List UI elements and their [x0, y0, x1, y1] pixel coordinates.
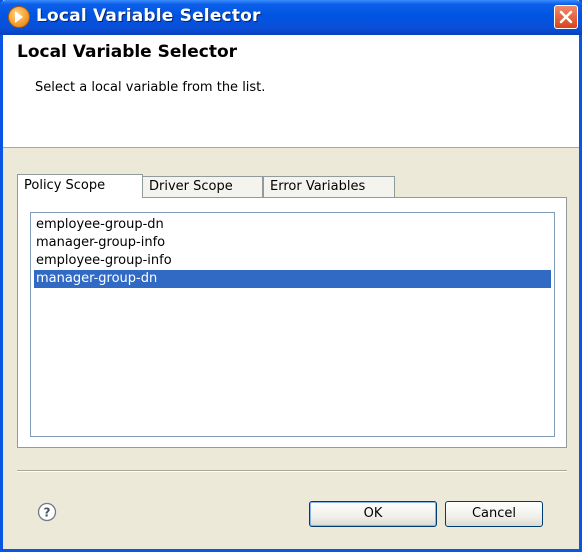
list-item[interactable]: employee-group-dn: [34, 216, 551, 234]
svg-text:?: ?: [44, 506, 51, 520]
list-item[interactable]: manager-group-info: [34, 234, 551, 252]
tab-error-variables[interactable]: Error Variables: [263, 176, 395, 198]
footer-divider: [17, 470, 567, 472]
tab-driver-scope[interactable]: Driver Scope: [143, 176, 263, 198]
ok-button[interactable]: OK: [309, 501, 437, 527]
header-message: Select a local variable from the list.: [35, 80, 266, 95]
list-item[interactable]: employee-group-info: [34, 252, 551, 270]
novell-designer-icon: [8, 6, 30, 28]
cancel-button[interactable]: Cancel: [445, 501, 543, 527]
title-bar[interactable]: Local Variable Selector: [0, 0, 582, 35]
header-title: Local Variable Selector: [17, 42, 238, 62]
variable-list[interactable]: employee-group-dn manager-group-info emp…: [30, 212, 555, 437]
close-button[interactable]: [554, 5, 578, 29]
window-title: Local Variable Selector: [36, 6, 261, 26]
help-icon[interactable]: ?: [37, 502, 57, 522]
dialog-window: Local Variable Selector Local Variable S…: [0, 0, 582, 552]
close-icon: [559, 10, 573, 24]
list-item-selected[interactable]: manager-group-dn: [34, 270, 551, 288]
tab-policy-scope[interactable]: Policy Scope: [17, 174, 143, 198]
